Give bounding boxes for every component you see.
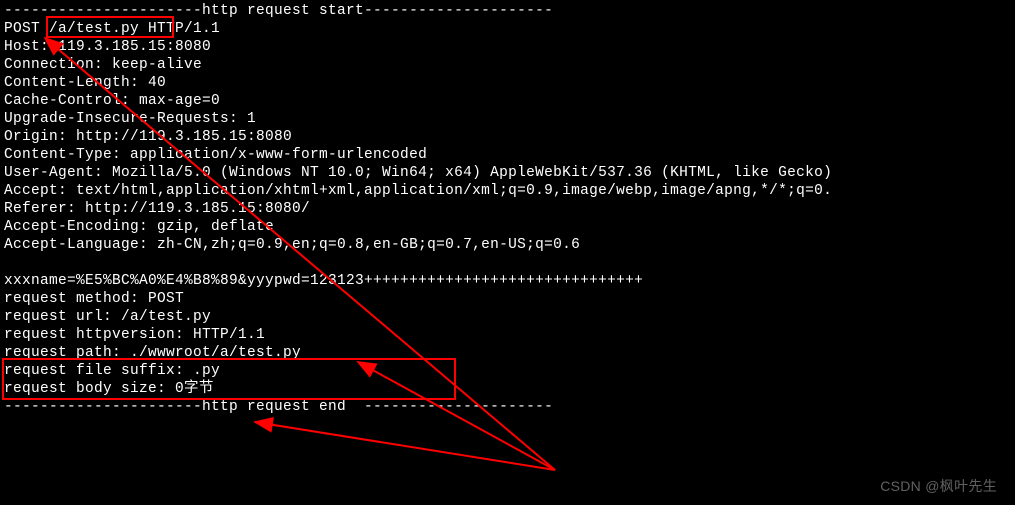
terminal-line: Accept: text/html,application/xhtml+xml,…: [4, 182, 1015, 200]
terminal-line: Origin: http://119.3.185.15:8080: [4, 128, 1015, 146]
terminal-line: Content-Length: 40: [4, 74, 1015, 92]
terminal-line: ----------------------http request end -…: [4, 398, 1015, 416]
terminal-line: request body size: 0字节: [4, 380, 1015, 398]
terminal-line: Cache-Control: max-age=0: [4, 92, 1015, 110]
terminal-line: request method: POST: [4, 290, 1015, 308]
terminal-line: request file suffix: .py: [4, 362, 1015, 380]
terminal-line: ----------------------http request start…: [4, 2, 1015, 20]
terminal-line: xxxname=%E5%BC%A0%E4%B8%89&yyypwd=123123…: [4, 272, 1015, 290]
terminal-line: Referer: http://119.3.185.15:8080/: [4, 200, 1015, 218]
terminal-line: request httpversion: HTTP/1.1: [4, 326, 1015, 344]
terminal-line: Content-Type: application/x-www-form-url…: [4, 146, 1015, 164]
terminal-line: [4, 254, 1015, 272]
terminal-line: User-Agent: Mozilla/5.0 (Windows NT 10.0…: [4, 164, 1015, 182]
terminal-line: Accept-Language: zh-CN,zh;q=0.9,en;q=0.8…: [4, 236, 1015, 254]
terminal-line: POST /a/test.py HTTP/1.1: [4, 20, 1015, 38]
terminal-output: ----------------------http request start…: [4, 2, 1015, 416]
terminal-line: request path: ./wwwroot/a/test.py: [4, 344, 1015, 362]
watermark-text: CSDN @枫叶先生: [880, 477, 997, 495]
terminal-line: request url: /a/test.py: [4, 308, 1015, 326]
arrow-line-icon: [255, 422, 555, 470]
terminal-line: Upgrade-Insecure-Requests: 1: [4, 110, 1015, 128]
terminal-line: Host: 119.3.185.15:8080: [4, 38, 1015, 56]
terminal-line: Connection: keep-alive: [4, 56, 1015, 74]
terminal-line: Accept-Encoding: gzip, deflate: [4, 218, 1015, 236]
